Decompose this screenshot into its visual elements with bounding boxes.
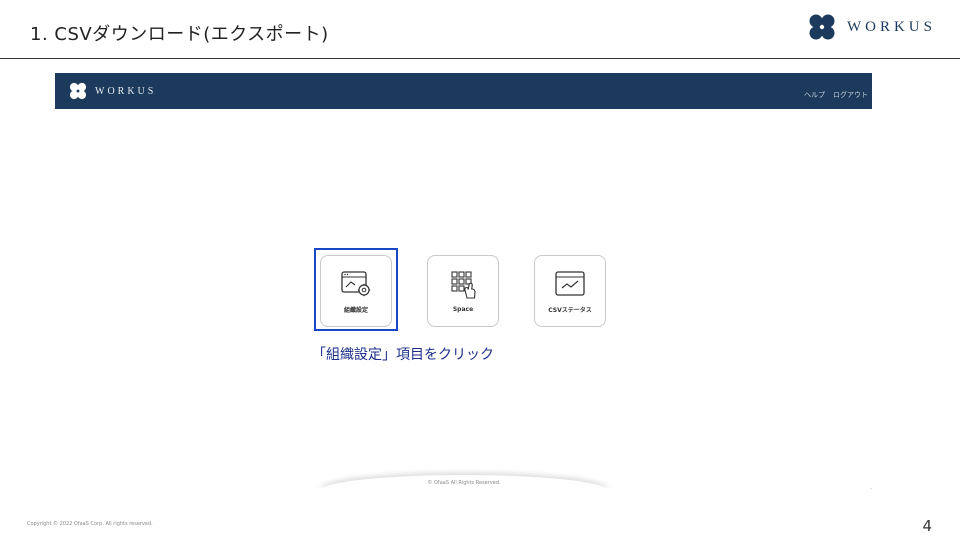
slide-title: 1. CSVダウンロード(エクスポート) (30, 24, 329, 45)
app-footer-dot: . (870, 484, 872, 491)
tile-label: Space (452, 305, 474, 313)
help-link[interactable]: ヘルプ (804, 90, 825, 100)
tile-space[interactable]: Space (427, 255, 499, 327)
app-header: WORKUS ヘルプ ログアウト (55, 73, 872, 109)
app-screenshot: WORKUS ヘルプ ログアウト 組織設定 Space CSVステータス 「組織… (55, 73, 872, 491)
page-number: 4 (922, 517, 932, 535)
tile-csv-status[interactable]: CSVステータス (534, 255, 606, 327)
slide-copyright: Copyright © 2022 OfaaS Corp. All rights … (27, 521, 153, 527)
logout-link[interactable]: ログアウト (833, 90, 868, 100)
org-settings-highlight-box (314, 248, 398, 331)
clover-logo-icon (69, 82, 87, 100)
app-nav: ヘルプ ログアウト (804, 90, 868, 100)
csv-chart-icon (555, 270, 585, 296)
tile-label: CSVステータス (548, 306, 592, 314)
clover-logo-icon (809, 14, 835, 40)
brand-text: WORKUS (846, 18, 936, 35)
app-logo-text: WORKUS (95, 85, 157, 97)
instruction-callout: 「組織設定」項目をクリック (312, 347, 494, 363)
app-footer: © OfaaS All Rights Reserved. (320, 475, 608, 491)
app-footer-copyright: © OfaaS All Rights Reserved. (427, 480, 501, 486)
space-grid-icon (451, 270, 476, 299)
title-divider (0, 58, 960, 59)
app-logo[interactable]: WORKUS (67, 80, 156, 102)
brand-logo: WORKUS (805, 10, 936, 44)
